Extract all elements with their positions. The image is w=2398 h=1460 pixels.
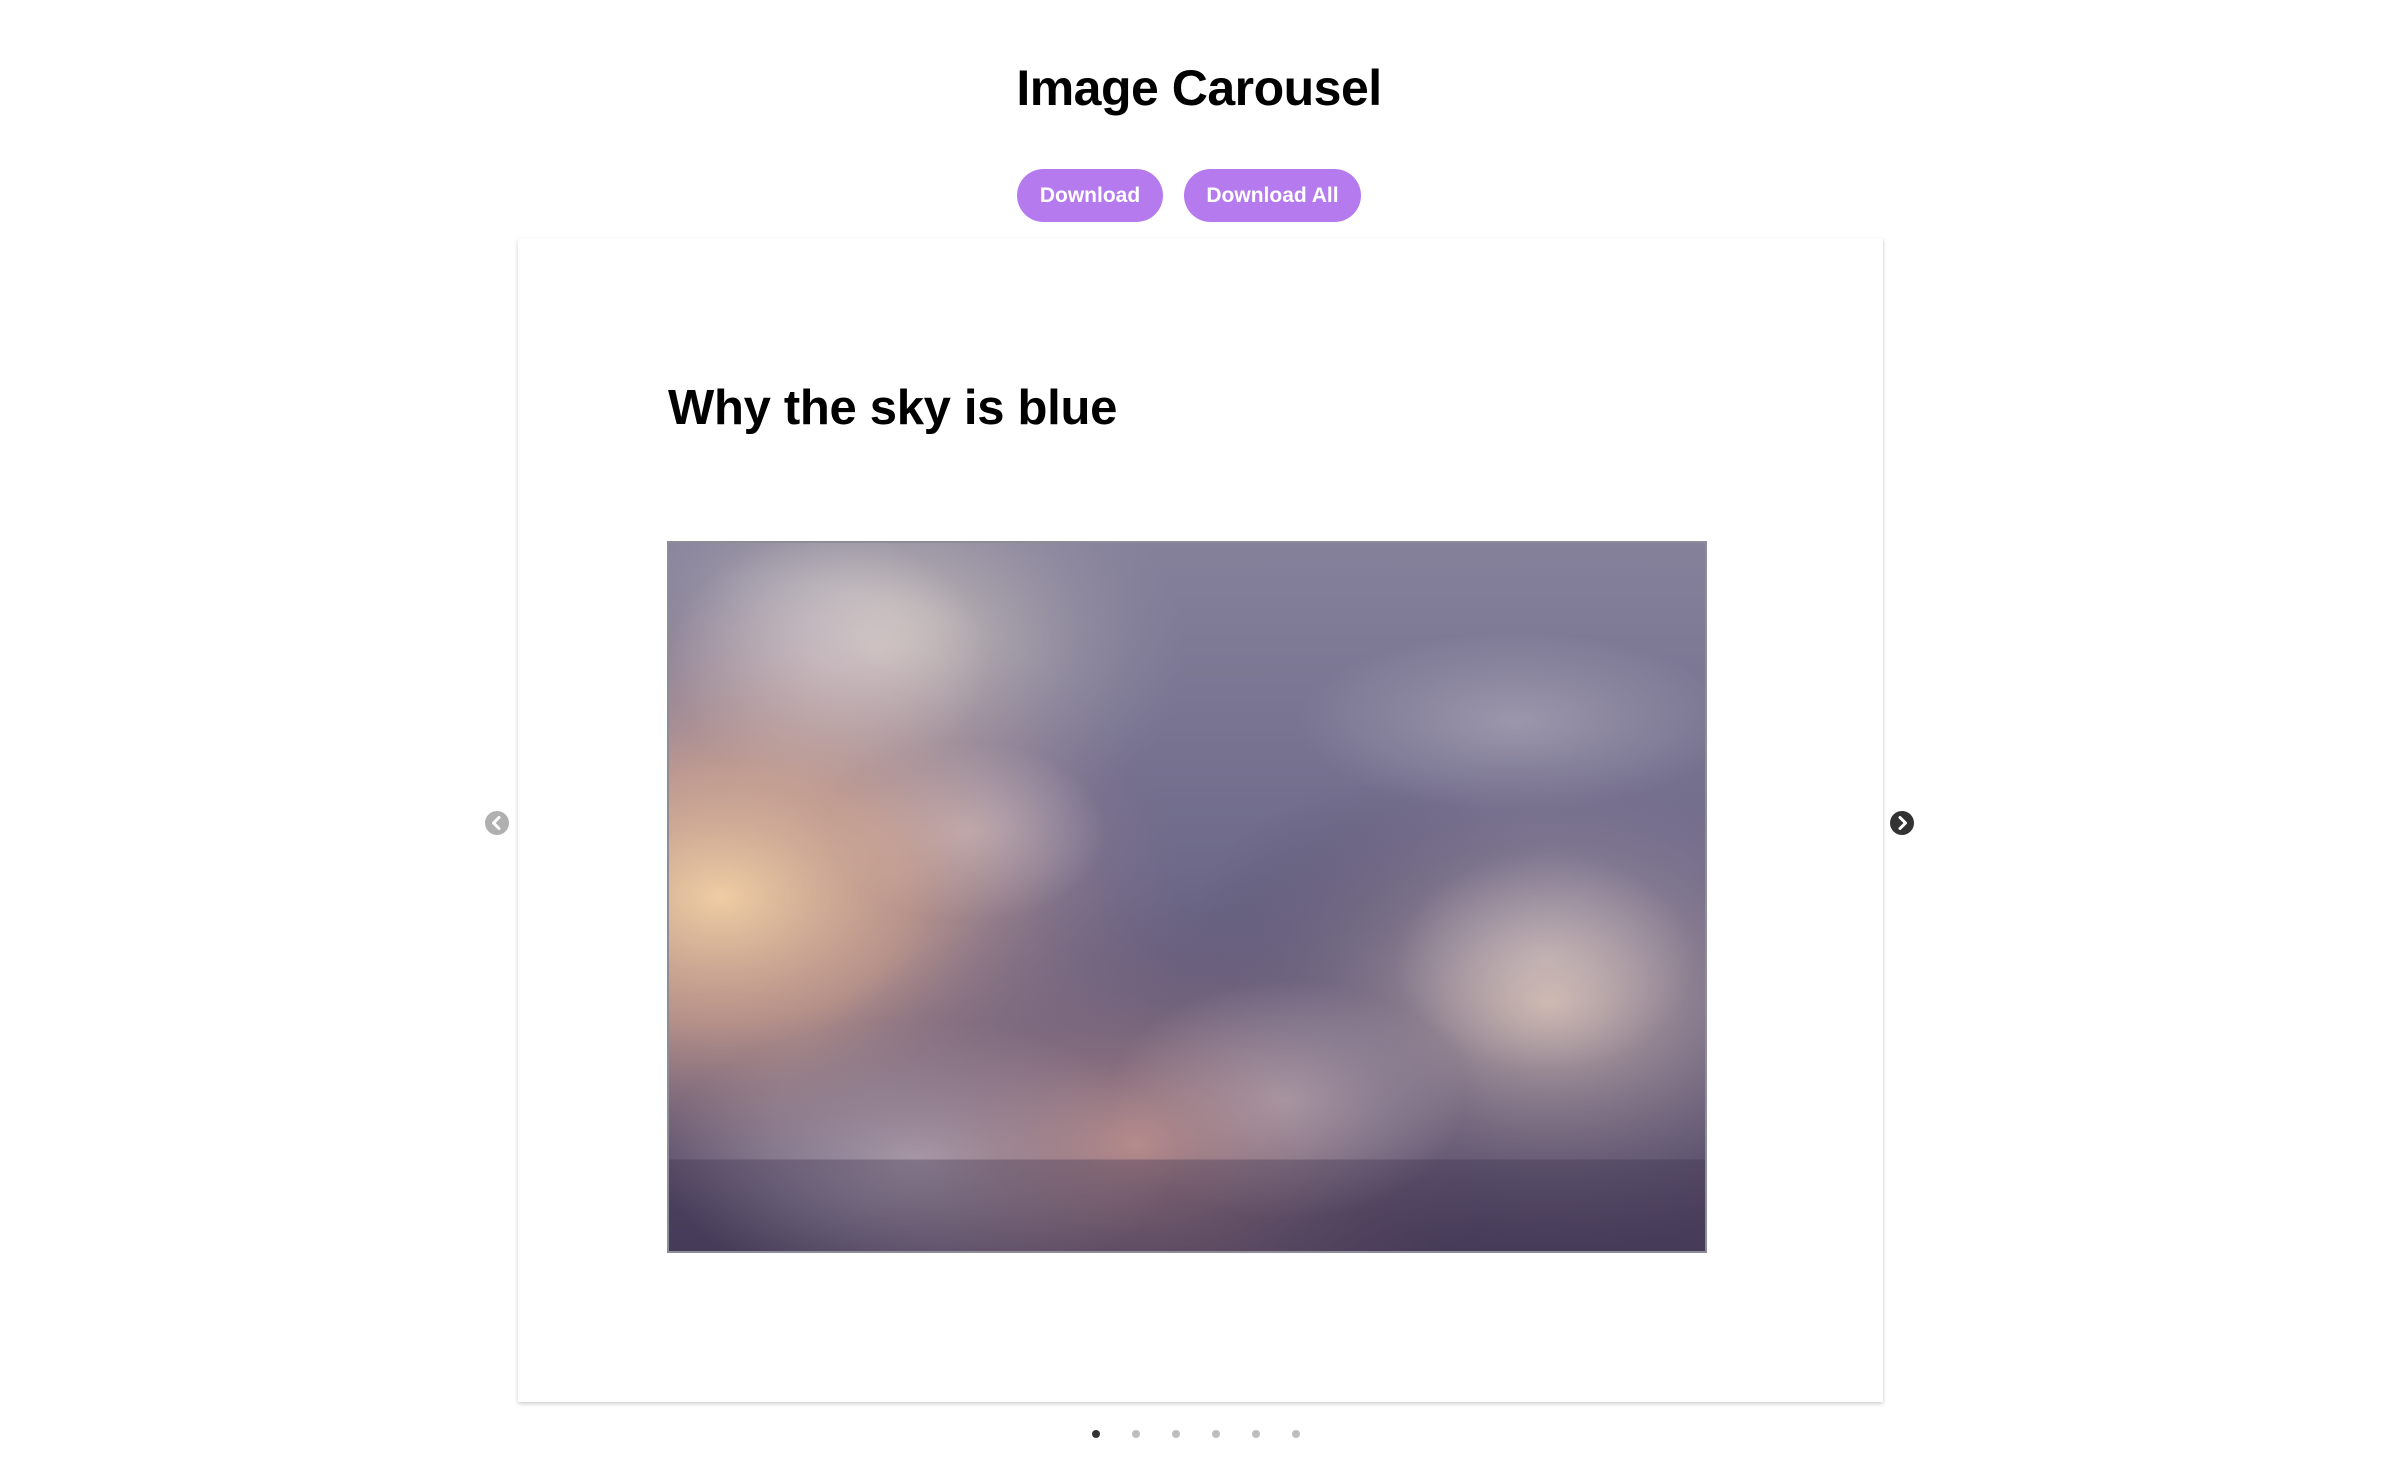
download-button[interactable]: Download xyxy=(1017,169,1163,222)
page-title: Image Carousel xyxy=(1016,60,1382,116)
carousel-slide: Why the sky is blue xyxy=(518,238,1883,1402)
chevron-left-circle-icon xyxy=(485,811,509,835)
pagination-dot[interactable] xyxy=(1092,1430,1100,1438)
pagination-dot[interactable] xyxy=(1172,1430,1180,1438)
slide-image xyxy=(667,541,1707,1253)
slide-title: Why the sky is blue xyxy=(668,381,1118,435)
pagination-dot[interactable] xyxy=(1212,1430,1220,1438)
download-all-button[interactable]: Download All xyxy=(1184,169,1361,222)
pagination-dot[interactable] xyxy=(1292,1430,1300,1438)
next-slide-button[interactable] xyxy=(1890,811,1914,835)
pagination-dot[interactable] xyxy=(1132,1430,1140,1438)
clouds-image xyxy=(669,543,1705,1251)
previous-slide-button[interactable] xyxy=(485,811,509,835)
chevron-right-circle-icon xyxy=(1890,811,1914,835)
pagination-dot[interactable] xyxy=(1252,1430,1260,1438)
